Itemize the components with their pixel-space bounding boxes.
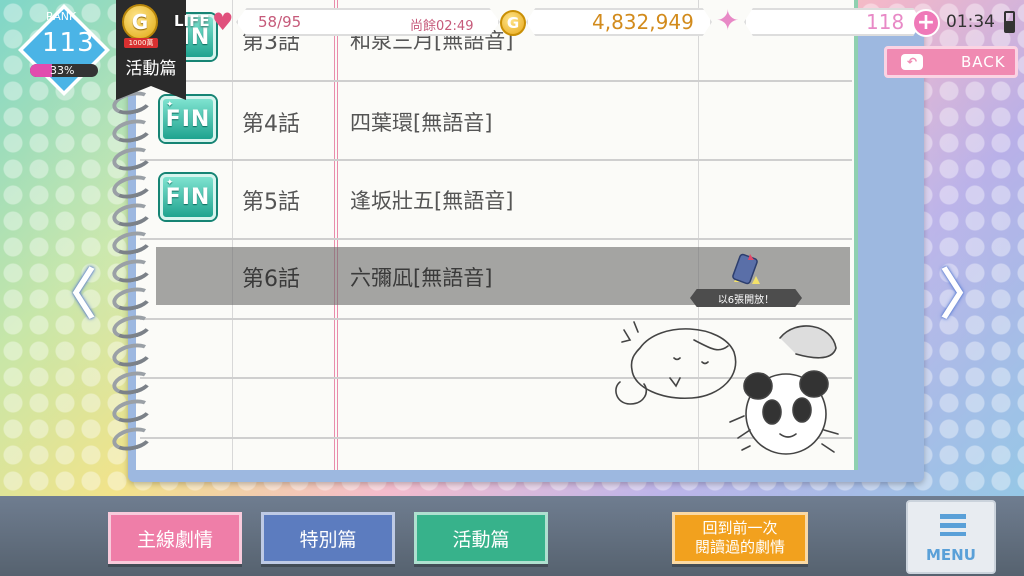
life-value: 58/95 [258,13,302,31]
gem-value: 118 [866,10,905,34]
fin-badge-icon: ✦FIN [160,96,216,142]
heart-icon: ♥ [212,8,234,36]
main-story-button[interactable]: 主線劇情 [108,512,242,564]
resume-last-read-button[interactable]: 回到前一次 閱讀過的劇情 [672,512,808,564]
episode-title: 逢坂壯五[無語音] [350,189,514,213]
exp-percent: 33% [50,64,75,77]
menu-button[interactable]: MENU [906,500,996,574]
event-episodes-button[interactable]: 活動篇 [414,512,548,564]
episode-title: 四葉環[無語音] [350,111,493,135]
special-episodes-button[interactable]: 特別篇 [261,512,395,564]
prev-page-arrow-icon[interactable]: 〈 [42,250,96,329]
episode-number: 第6話 [242,267,300,292]
rank-value: 113 [42,28,95,58]
gold-value: 4,832,949 [592,10,694,34]
fin-badge-icon: ✦FIN [160,174,216,220]
life-label: LIFE [174,12,210,30]
unlock-requirement-label: 以6張開放！ [690,289,802,307]
episode-title: 六彌凪[無語音] [350,266,493,290]
menu-icon [940,514,966,536]
gold-coin-icon: G [500,10,526,36]
rank-label: RANK [46,10,77,23]
medal-ribbon: 1000萬 [124,38,158,48]
gold-medal-icon: G [122,4,158,40]
back-button[interactable]: ↶ BACK [884,46,1018,78]
back-arrow-icon: ↶ [901,54,923,70]
battery-icon [1004,11,1015,33]
life-recovery-timer: 尚餘02:49 [410,19,474,34]
add-gems-button[interactable]: + [912,9,940,37]
section-label: 活動篇 [125,59,177,79]
clock: 01:34 [946,12,995,32]
doodle-illustration [615,321,839,455]
next-page-arrow-icon[interactable]: 〉 [940,250,994,329]
episode-number: 第5話 [242,190,300,215]
episode-number: 第4話 [242,112,300,137]
sparkle-icon: ✦ [716,4,740,37]
margin-line [334,0,338,470]
ticket-icon [732,253,760,285]
